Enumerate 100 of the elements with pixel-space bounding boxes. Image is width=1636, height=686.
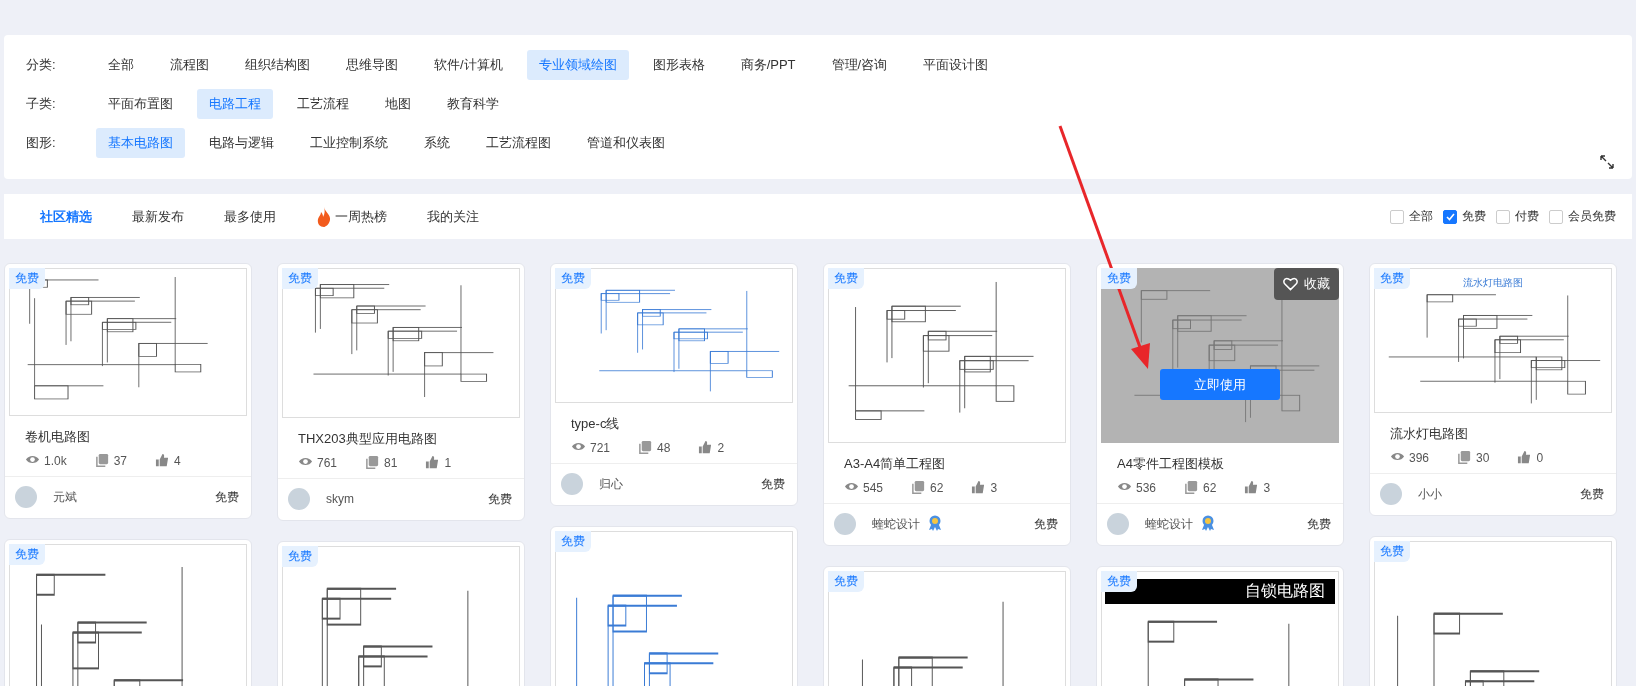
- like-count: 1: [444, 455, 452, 470]
- filter-option[interactable]: 全部: [96, 49, 146, 80]
- copy-count: 62: [930, 480, 944, 495]
- sort-tab[interactable]: 一周热榜: [300, 200, 403, 233]
- price-checkbox[interactable]: 会员免费: [1549, 208, 1616, 225]
- expand-icon[interactable]: [1600, 155, 1614, 169]
- copy-icon: [638, 440, 654, 455]
- avatar[interactable]: [561, 473, 583, 495]
- copy-count: 37: [113, 453, 128, 468]
- free-badge: 免费: [9, 268, 45, 289]
- copy-icon: [1457, 450, 1473, 465]
- filter-option[interactable]: 地图: [373, 88, 423, 119]
- view-count: 761: [317, 455, 338, 470]
- filter-option[interactable]: 工业控制系统: [298, 127, 400, 158]
- author-name[interactable]: 归心: [599, 475, 623, 493]
- checkbox-label: 全部: [1409, 208, 1433, 225]
- filter-label: 子类:: [26, 94, 57, 113]
- free-badge: 免费: [282, 546, 318, 567]
- sort-tab[interactable]: 最新发布: [116, 200, 200, 233]
- template-card[interactable]: 免费 THX203典型应用电路图 761 81 1 skym 免费: [277, 263, 525, 521]
- price-checkbox[interactable]: 免费: [1443, 208, 1486, 225]
- template-card[interactable]: 免费: [4, 539, 252, 686]
- template-card[interactable]: 免费 自锁电路图: [1096, 566, 1344, 686]
- filter-label: 分类:: [26, 55, 57, 74]
- checkbox-label: 免费: [1462, 208, 1486, 225]
- filter-option[interactable]: 工艺流程图: [474, 127, 563, 158]
- author-name[interactable]: 蝰蛇设计: [1145, 515, 1193, 533]
- copy-icon: [911, 480, 927, 495]
- filter-option[interactable]: 思维导图: [334, 49, 410, 80]
- filter-option[interactable]: 图形表格: [640, 49, 717, 80]
- filter-option[interactable]: 商务/PPT: [728, 49, 808, 80]
- template-card[interactable]: 免费 流水灯电路图 流水灯电路图 396 30 0 小小 免费: [1369, 263, 1617, 516]
- filter-option[interactable]: 平面布置图: [96, 88, 185, 119]
- favorite-button[interactable]: 收藏: [1274, 268, 1339, 300]
- copy-icon: [1184, 480, 1200, 495]
- avatar[interactable]: [1107, 513, 1129, 535]
- template-card[interactable]: 免费: [550, 526, 798, 686]
- filter-option[interactable]: 软件/计算机: [422, 49, 515, 80]
- checkbox[interactable]: [1496, 209, 1510, 224]
- price-checkbox[interactable]: 付费: [1496, 208, 1539, 225]
- like-icon: [155, 453, 171, 468]
- avatar[interactable]: [834, 513, 856, 535]
- author-name[interactable]: 元斌: [53, 488, 77, 506]
- template-card[interactable]: 免费 收藏 立即使用 A4零件工程图模板 536 62 3 蝰蛇设计 免费: [1096, 263, 1344, 546]
- filter-option[interactable]: 平面设计图: [911, 49, 1001, 80]
- template-card[interactable]: 免费 A3-A4简单工程图 545 62 3 蝰蛇设计 免费: [823, 263, 1071, 546]
- template-card[interactable]: 免费 type-c线 721 48 2 归心 免费: [550, 263, 798, 506]
- author-name[interactable]: skym: [326, 492, 354, 506]
- checkbox[interactable]: [1390, 209, 1404, 224]
- card-title: 流水灯电路图: [1389, 425, 1469, 443]
- template-card[interactable]: 免费: [277, 541, 525, 686]
- card-title: A3-A4简单工程图: [843, 455, 947, 473]
- heart-icon: [1283, 277, 1298, 291]
- like-icon: [1517, 450, 1533, 465]
- filter-option[interactable]: 工艺流程: [285, 88, 361, 119]
- checkbox-label: 会员免费: [1568, 208, 1616, 225]
- filter-option[interactable]: 管理/咨询: [819, 49, 900, 80]
- price-label: 免费: [1580, 485, 1604, 503]
- avatar[interactable]: [1380, 483, 1402, 505]
- filter-option[interactable]: 基本电路图: [96, 127, 185, 158]
- view-count: 545: [863, 480, 884, 495]
- card-title: type-c线: [570, 415, 621, 433]
- author-name[interactable]: 小小: [1418, 485, 1442, 503]
- copy-icon: [94, 453, 110, 468]
- like-count: 3: [990, 480, 998, 495]
- card-title: 卷机电路图: [24, 428, 91, 446]
- avatar[interactable]: [15, 486, 37, 508]
- use-now-button[interactable]: 立即使用: [1160, 369, 1280, 400]
- checkbox[interactable]: [1443, 209, 1457, 224]
- price-label: 免费: [761, 475, 785, 493]
- filter-option[interactable]: 电路与逻辑: [197, 127, 286, 158]
- free-badge: 免费: [555, 531, 591, 552]
- avatar[interactable]: [288, 488, 310, 510]
- price-checkbox[interactable]: 全部: [1390, 208, 1433, 225]
- price-label: 免费: [1034, 515, 1058, 533]
- filter-option[interactable]: 组织结构图: [233, 49, 322, 80]
- template-card[interactable]: 免费: [823, 566, 1071, 686]
- author-name[interactable]: 蝰蛇设计: [872, 515, 920, 533]
- filter-option[interactable]: 流程图: [158, 49, 221, 80]
- like-count: 2: [717, 440, 725, 455]
- like-count: 4: [174, 453, 181, 468]
- template-card[interactable]: 免费: [1369, 536, 1617, 686]
- sort-tab[interactable]: 我的关注: [411, 200, 495, 233]
- sort-tab[interactable]: 最多使用: [208, 200, 292, 233]
- filter-option[interactable]: 管道和仪表图: [575, 127, 677, 158]
- like-icon: [1244, 480, 1260, 495]
- filter-option[interactable]: 教育科学: [435, 88, 511, 119]
- price-label: 免费: [488, 490, 512, 508]
- filter-option[interactable]: 专业领域绘图: [526, 49, 629, 80]
- filter-option[interactable]: 电路工程: [197, 88, 273, 119]
- view-count: 396: [1409, 450, 1430, 465]
- price-label: 免费: [1307, 515, 1331, 533]
- copy-count: 48: [657, 440, 671, 455]
- sort-tab[interactable]: 社区精选: [24, 200, 108, 233]
- free-badge: 免费: [1101, 571, 1137, 592]
- checkbox[interactable]: [1549, 209, 1563, 224]
- template-card[interactable]: 免费 卷机电路图 1.0k 37 4 元斌 免费: [4, 263, 252, 519]
- free-badge: 免费: [1374, 541, 1410, 562]
- free-badge: 免费: [1101, 268, 1137, 289]
- filter-option[interactable]: 系统: [412, 127, 462, 158]
